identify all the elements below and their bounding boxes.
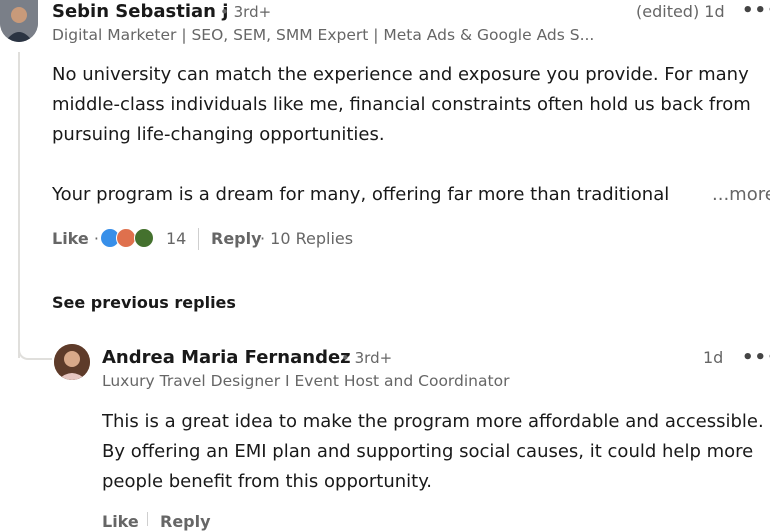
comment-line: people benefit from this opportunity. [102,471,433,492]
more-options-icon[interactable]: ••• [742,347,770,368]
replies-count-link[interactable]: · 10 Replies [260,229,353,248]
connection-degree: • 3rd+ [220,3,272,21]
comment-line: pursuing life-changing opportunities. [52,124,385,145]
comment-line: No university can match the experience a… [52,64,749,85]
connection-degree: • 3rd+ [341,349,393,367]
avatar-sebin[interactable] [0,0,38,42]
author-headline: Luxury Travel Designer I Event Host and … [102,372,510,390]
see-more-link[interactable]: ...more [712,180,770,210]
separator: · [93,229,99,248]
divider [198,228,199,250]
support-icon [134,228,154,248]
divider [147,512,148,526]
thread-line [18,52,20,358]
like-button[interactable]: Like [52,229,89,248]
reaction-count[interactable]: 14 [166,229,186,248]
love-icon [116,228,136,248]
more-options-icon[interactable]: ••• [742,0,770,21]
author-name[interactable]: Andrea Maria Fernandez [102,347,351,368]
comment-line: This is a great idea to make the program… [102,411,764,432]
reactions-summary[interactable] [100,228,160,250]
comment-line: By offering an EMI plan and supporting s… [102,441,754,462]
comment-line: middle-class individuals like me, financ… [52,94,751,115]
see-previous-replies-button[interactable]: See previous replies [52,293,236,312]
comment-text: No university can match the experience a… [52,60,770,210]
author-headline: Digital Marketer | SEO, SEM, SMM Expert … [52,26,595,44]
author-name[interactable]: Sebin Sebastian j [52,1,228,22]
comment-timestamp: 1d [703,348,724,367]
comment-text: This is a great idea to make the program… [102,407,770,497]
thread-connector [18,328,52,360]
reply-button[interactable]: Reply [211,229,262,248]
comment-line: Your program is a dream for many, offeri… [52,184,670,205]
avatar-andrea[interactable] [54,344,90,380]
comment-timestamp: (edited) 1d [636,2,725,21]
